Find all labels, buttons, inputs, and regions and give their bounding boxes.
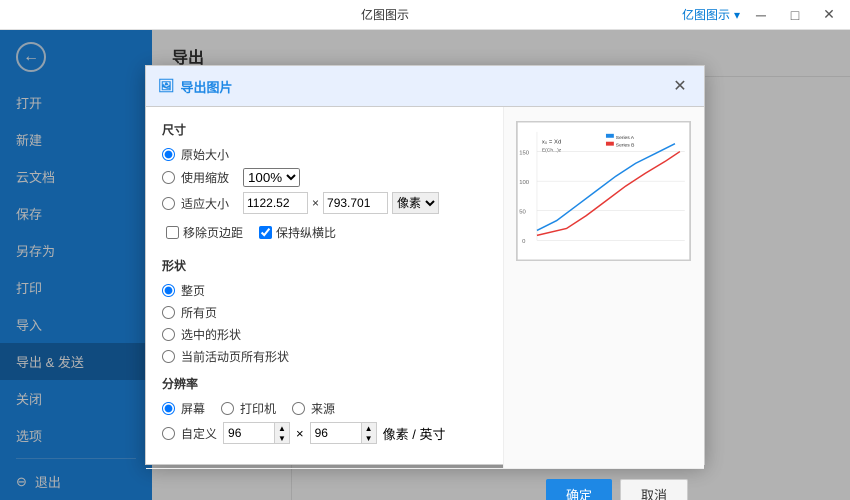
dpi-width-wrap: ▲ ▼ <box>223 422 290 444</box>
radio-curpage-input[interactable] <box>162 284 175 297</box>
fit-unit-select[interactable]: 像素 毫米 厘米 <box>392 192 439 214</box>
titlebar-title: 亿图图示 <box>88 6 682 23</box>
dpi-separator: × <box>296 426 304 441</box>
resolution-section-title: 分辨率 <box>162 375 487 392</box>
radio-zoom-label: 使用缩放 <box>181 169 229 186</box>
titlebar: 亿图图示 亿图图示 ▾ ─ □ ✕ <box>0 0 850 30</box>
svg-text:E(Ch...)z: E(Ch...)z <box>542 148 562 154</box>
radio-original-label: 原始大小 <box>181 146 229 163</box>
radio-printer-input[interactable] <box>221 402 234 415</box>
dialog-body: 尺寸 原始大小 使用缩放 100% 50% 150% <box>146 107 704 468</box>
dpi-height-up[interactable]: ▲ <box>362 423 376 433</box>
radio-original-input[interactable] <box>162 148 175 161</box>
radio-zoom[interactable]: 使用缩放 100% 50% 150% 200% <box>162 168 487 187</box>
cancel-button[interactable]: 取消 <box>620 479 688 500</box>
radio-source[interactable]: 来源 <box>292 400 335 417</box>
dialog-titlebar: 🖼 导出图片 ✕ <box>146 66 704 107</box>
radio-fit-input[interactable] <box>162 197 175 210</box>
minimize-button[interactable]: ─ <box>748 5 774 25</box>
dpi-height-spinners: ▲ ▼ <box>361 423 376 443</box>
svg-text:150: 150 <box>519 151 530 157</box>
dpi-width-input[interactable] <box>224 423 274 443</box>
radio-selected-label: 选中的形状 <box>181 326 241 343</box>
shape-section-title: 形状 <box>162 257 487 274</box>
radio-fit[interactable]: 适应大小 × 像素 毫米 厘米 <box>162 192 487 214</box>
svg-text:100: 100 <box>519 180 530 186</box>
radio-screen[interactable]: 屏幕 <box>162 400 205 417</box>
dialog-left: 尺寸 原始大小 使用缩放 100% 50% 150% <box>146 107 504 468</box>
svg-text:Series A: Series A <box>616 135 635 141</box>
radio-printer[interactable]: 打印机 <box>221 400 276 417</box>
radio-custom-label: 自定义 <box>181 425 217 442</box>
dpi-height-wrap: ▲ ▼ <box>310 422 377 444</box>
radio-source-input[interactable] <box>292 402 305 415</box>
radio-curpage-label: 整页 <box>181 282 205 299</box>
shape-radio-group: 整页 所有页 选中的形状 当前活动页所有形状 <box>162 282 487 365</box>
dpi-unit-label: 像素 / 英寸 <box>383 424 446 443</box>
radio-custom[interactable]: 自定义 <box>162 425 217 442</box>
keep-ratio-label: 保持纵横比 <box>276 224 336 241</box>
radio-printer-label: 打印机 <box>240 400 276 417</box>
size-radio-group: 原始大小 使用缩放 100% 50% 150% 200% <box>162 146 487 214</box>
radio-allpages-label: 所有页 <box>181 304 217 321</box>
radio-screen-label: 屏幕 <box>181 400 205 417</box>
brand-label: 亿图图示 <box>682 6 730 23</box>
dpi-width-up[interactable]: ▲ <box>275 423 289 433</box>
fit-height-input[interactable] <box>323 192 388 214</box>
dialog-title-text: 导出图片 <box>181 77 233 96</box>
radio-activeall-label: 当前活动页所有形状 <box>181 348 289 365</box>
titlebar-right: 亿图图示 ▾ ─ □ ✕ <box>682 5 842 25</box>
radio-custom-input[interactable] <box>162 427 175 440</box>
dialog-close-button[interactable]: ✕ <box>668 74 692 98</box>
remove-margin-checkbox[interactable] <box>166 226 179 239</box>
export-image-dialog: 🖼 导出图片 ✕ 尺寸 原始大小 使用缩放 <box>145 65 705 465</box>
size-section-title: 尺寸 <box>162 121 487 138</box>
dpi-height-down[interactable]: ▼ <box>362 433 376 443</box>
radio-selected-input[interactable] <box>162 328 175 341</box>
radio-zoom-input[interactable] <box>162 171 175 184</box>
svg-text:Series B: Series B <box>616 143 635 149</box>
remove-margin-label: 移除页边距 <box>183 224 243 241</box>
dialog-title-icon: 🖼 <box>158 78 175 94</box>
radio-allpages-input[interactable] <box>162 306 175 319</box>
dialog-right: 0 50 100 150 Series A Series B x₀ = Xd E… <box>504 107 704 468</box>
remove-margin-checkbox-row[interactable]: 移除页边距 <box>166 224 243 241</box>
dpi-width-spinners: ▲ ▼ <box>274 423 289 443</box>
chart-preview: 0 50 100 150 Series A Series B x₀ = Xd E… <box>516 121 691 261</box>
brand-arrow-icon[interactable]: ▾ <box>734 8 740 22</box>
fit-width-input[interactable] <box>243 192 308 214</box>
keep-ratio-checkbox[interactable] <box>259 226 272 239</box>
dialog-title: 🖼 导出图片 <box>158 77 233 96</box>
dialog-overlay: 🖼 导出图片 ✕ 尺寸 原始大小 使用缩放 <box>0 30 850 500</box>
resolution-radio-group: 屏幕 打印机 来源 自定义 <box>162 400 487 444</box>
radio-curpage[interactable]: 整页 <box>162 282 487 299</box>
radio-activeall-input[interactable] <box>162 350 175 363</box>
maximize-button[interactable]: □ <box>782 5 808 25</box>
radio-original[interactable]: 原始大小 <box>162 146 487 163</box>
close-button[interactable]: ✕ <box>816 5 842 25</box>
zoom-select[interactable]: 100% 50% 150% 200% <box>243 168 300 187</box>
radio-source-label: 来源 <box>311 400 335 417</box>
svg-text:50: 50 <box>519 210 526 216</box>
titlebar-brand: 亿图图示 ▾ <box>682 6 740 23</box>
dpi-width-down[interactable]: ▼ <box>275 433 289 443</box>
keep-ratio-checkbox-row[interactable]: 保持纵横比 <box>259 224 336 241</box>
dialog-footer: 确定 取消 <box>146 468 704 500</box>
ok-button[interactable]: 确定 <box>546 479 612 500</box>
radio-fit-label: 适应大小 <box>181 195 229 212</box>
radio-allpages[interactable]: 所有页 <box>162 304 487 321</box>
radio-screen-input[interactable] <box>162 402 175 415</box>
dpi-height-input[interactable] <box>311 423 361 443</box>
radio-activeall[interactable]: 当前活动页所有形状 <box>162 348 487 365</box>
svg-text:x₀ = Xd: x₀ = Xd <box>542 140 561 146</box>
radio-selected[interactable]: 选中的形状 <box>162 326 487 343</box>
